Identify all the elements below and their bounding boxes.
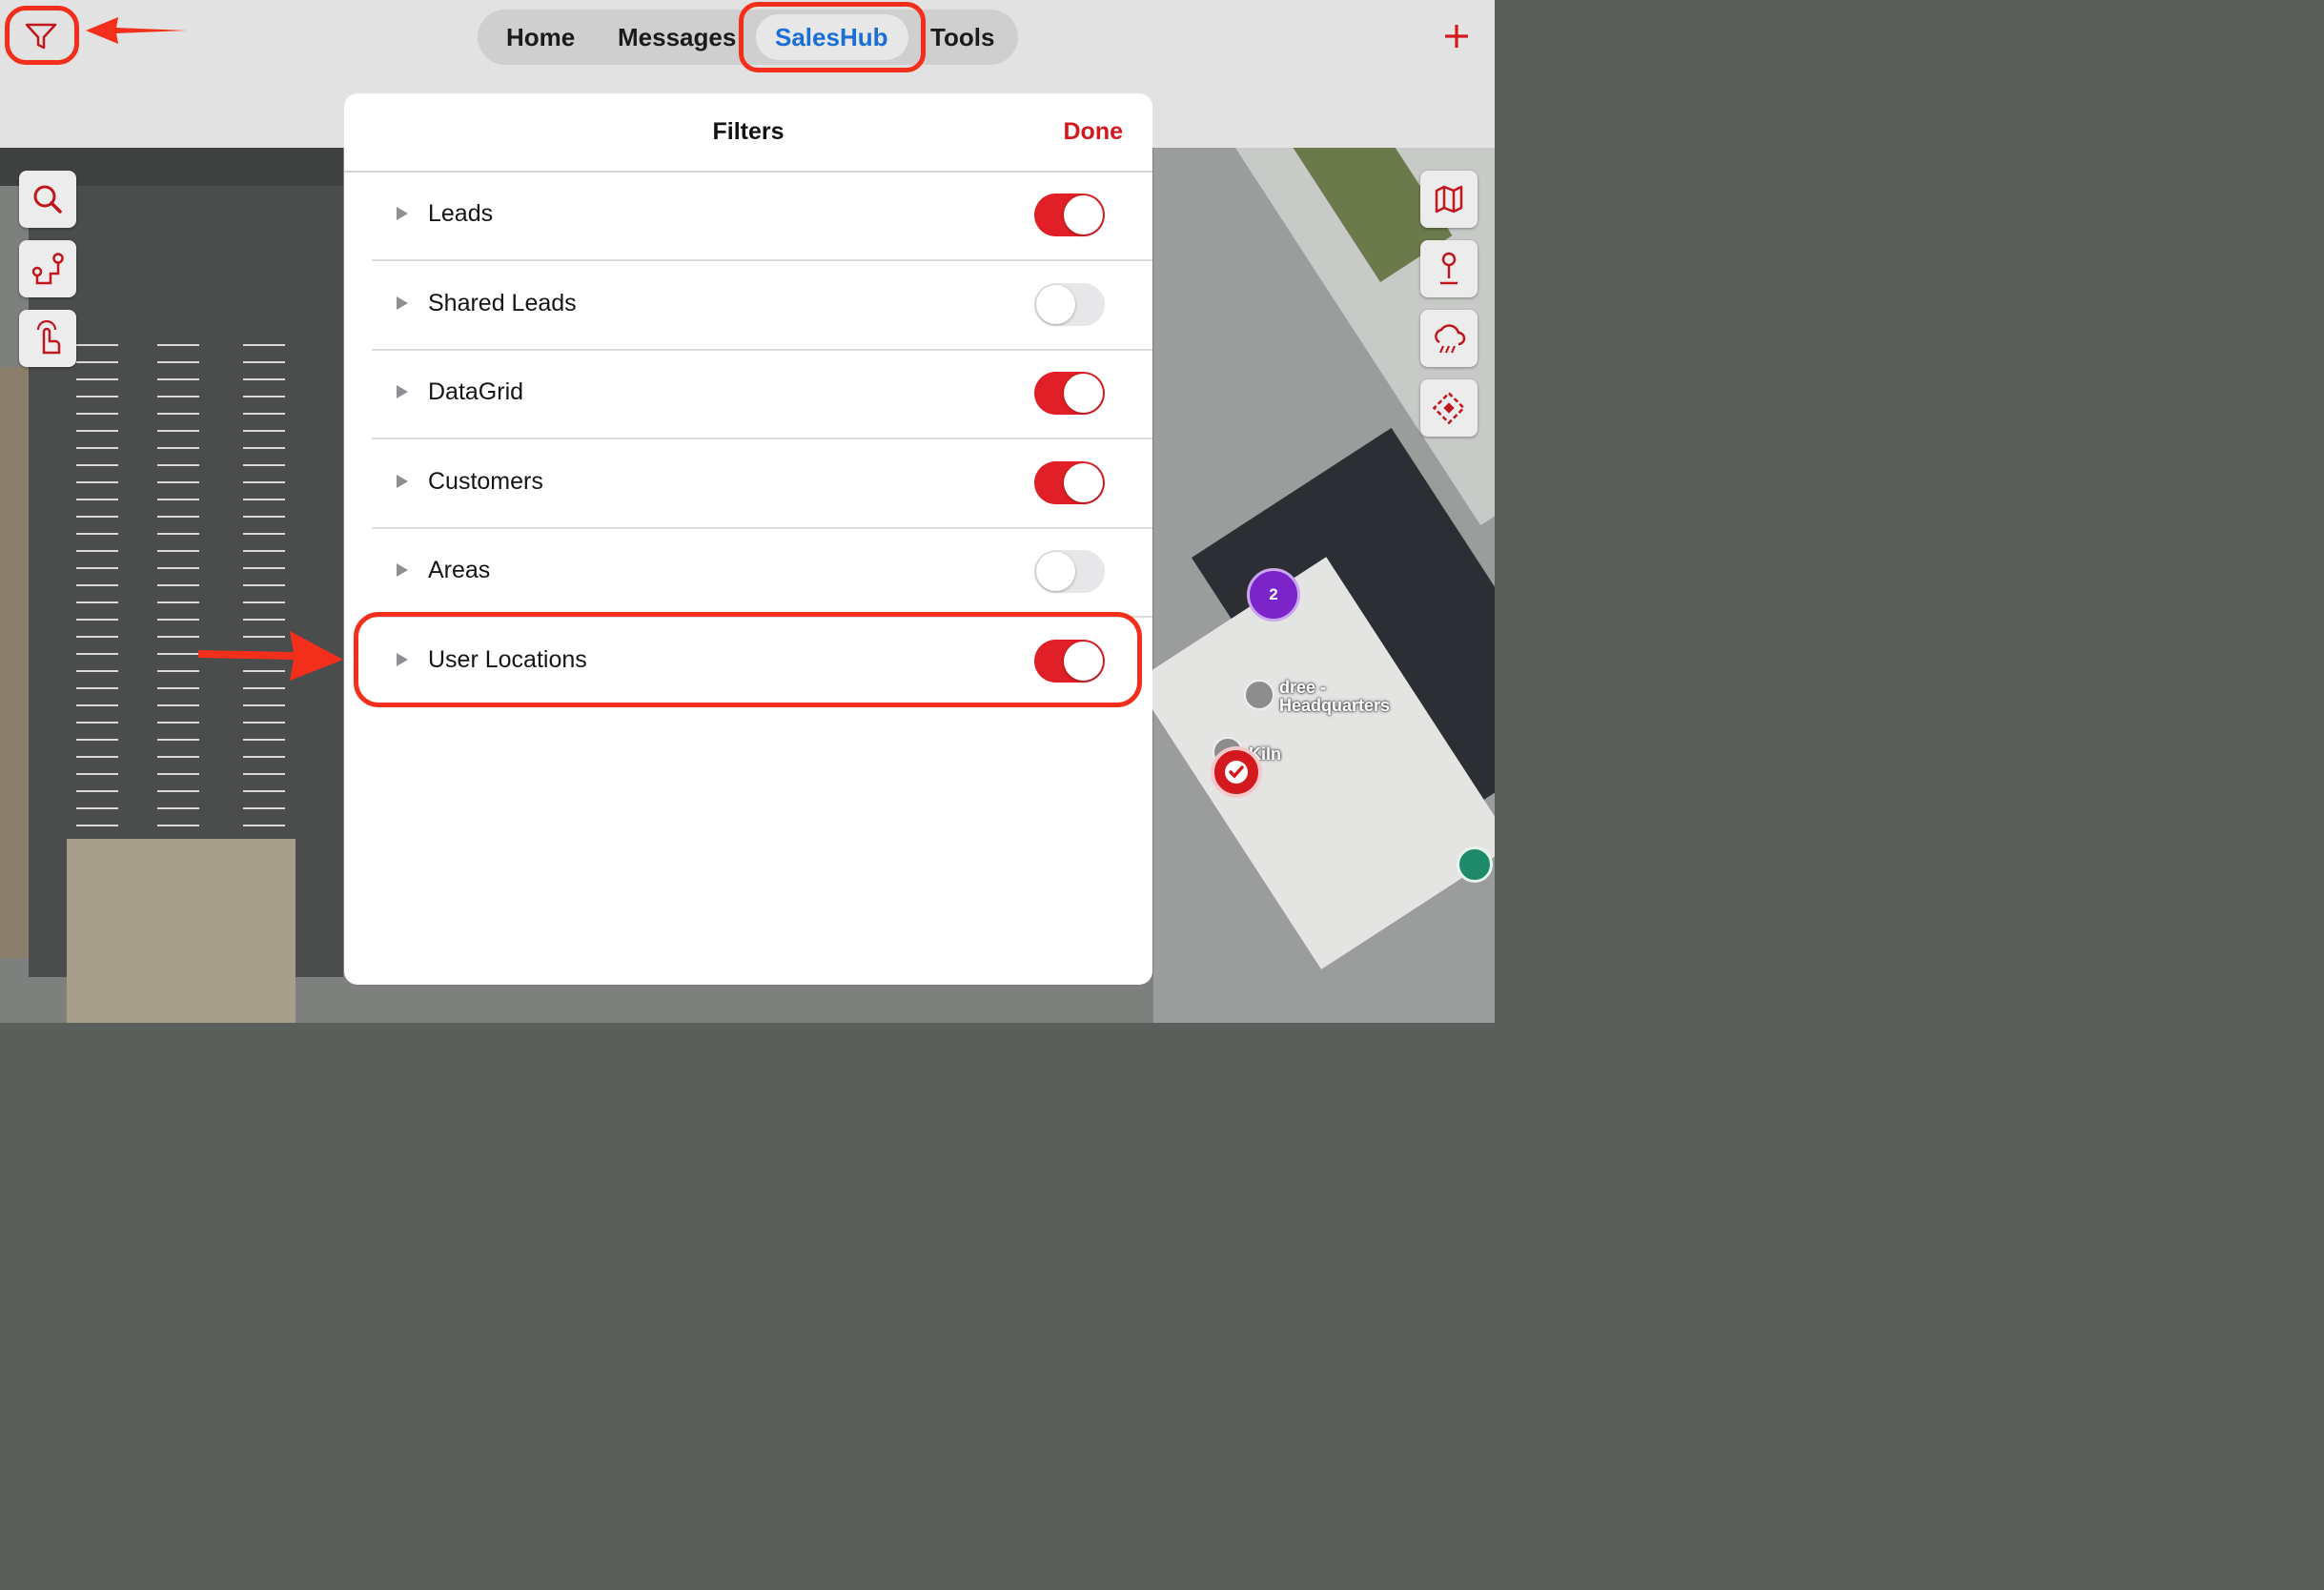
disclosure-triangle-icon[interactable]: [397, 563, 408, 577]
compass-diamond-icon: [1432, 391, 1466, 425]
annotation-circle: [354, 612, 1142, 707]
filters-modal: Filters Done Leads Shared Leads DataGrid…: [344, 93, 1152, 985]
modal-header: Filters Done: [344, 93, 1152, 173]
filter-label: DataGrid: [428, 378, 524, 405]
datagrid-toggle[interactable]: [1034, 372, 1105, 415]
filter-row-areas[interactable]: Areas: [372, 527, 1152, 618]
tab-messages[interactable]: Messages: [618, 23, 736, 52]
place-label-line: Headquarters: [1279, 696, 1391, 715]
map-route-button[interactable]: [19, 240, 76, 297]
weather-button[interactable]: [1420, 310, 1478, 367]
toggle-knob: [1064, 463, 1103, 502]
compass-button[interactable]: [1420, 379, 1478, 437]
annotation-arrow-icon: [86, 17, 187, 44]
annotation-circle: [5, 6, 79, 65]
map-terrain: [0, 367, 31, 958]
map-layers-icon: [1435, 185, 1463, 214]
add-button[interactable]: [1437, 17, 1476, 55]
toggle-knob: [1064, 374, 1103, 413]
disclosure-triangle-icon[interactable]: [397, 385, 408, 398]
lead-cluster-marker[interactable]: 2: [1247, 568, 1300, 622]
filter-row-customers[interactable]: Customers: [372, 438, 1152, 529]
building-icon: [1244, 680, 1274, 710]
map-search-button[interactable]: [19, 171, 76, 228]
filter-label: Customers: [428, 468, 543, 495]
tab-tools[interactable]: Tools: [930, 23, 994, 52]
place-label[interactable]: dree - Headquarters: [1279, 679, 1390, 715]
filter-row-leads[interactable]: Leads: [372, 171, 1152, 261]
place-label-line: dree -: [1279, 678, 1327, 697]
plus-icon: [1445, 25, 1468, 48]
filter-label: Shared Leads: [428, 290, 577, 316]
filter-row-datagrid[interactable]: DataGrid: [372, 349, 1152, 439]
tab-home[interactable]: Home: [506, 23, 575, 52]
disclosure-triangle-icon[interactable]: [397, 207, 408, 220]
user-location-marker[interactable]: [1457, 846, 1493, 883]
annotation-circle: [739, 2, 926, 72]
toggle-knob: [1064, 195, 1103, 234]
map-tap-button[interactable]: [19, 310, 76, 367]
route-icon: [31, 253, 64, 285]
filter-label: Areas: [428, 557, 491, 583]
map-dirt-lot: [67, 839, 296, 1023]
modal-title: Filters: [712, 118, 785, 145]
done-button[interactable]: Done: [1064, 118, 1124, 146]
location-pin-icon: [1440, 252, 1458, 285]
toggle-knob: [1036, 285, 1075, 324]
tap-hand-icon: [36, 320, 61, 355]
checkmark-icon: [1225, 761, 1248, 784]
shared-leads-toggle[interactable]: [1034, 283, 1105, 326]
areas-toggle[interactable]: [1034, 550, 1105, 593]
annotation-arrow-icon: [198, 631, 343, 681]
weather-cloud-icon: [1435, 324, 1466, 354]
search-icon: [33, 185, 62, 214]
toggle-knob: [1036, 552, 1075, 591]
filter-row-shared-leads[interactable]: Shared Leads: [372, 260, 1152, 351]
customer-check-marker[interactable]: [1211, 746, 1262, 798]
leads-toggle[interactable]: [1034, 194, 1105, 236]
disclosure-triangle-icon[interactable]: [397, 475, 408, 488]
disclosure-triangle-icon[interactable]: [397, 296, 408, 310]
map-layers-button[interactable]: [1420, 171, 1478, 228]
filter-label: Leads: [428, 200, 494, 227]
customers-toggle[interactable]: [1034, 461, 1105, 504]
drop-pin-button[interactable]: [1420, 240, 1478, 297]
